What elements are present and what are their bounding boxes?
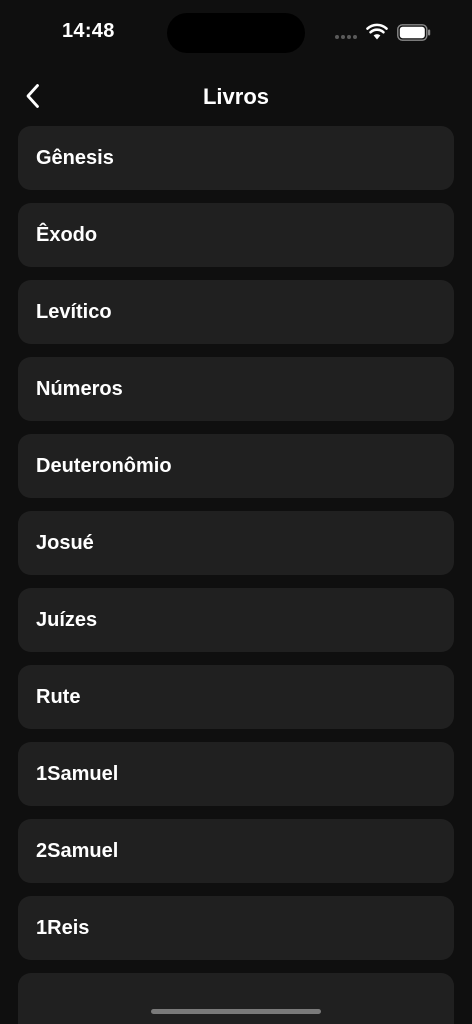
book-item-rute[interactable]: Rute [18,665,454,729]
book-item-exodo[interactable]: Êxodo [18,203,454,267]
home-indicator[interactable] [151,1009,321,1014]
book-item-genesis[interactable]: Gênesis [18,126,454,190]
books-screen: 14:48 Livros Gênesis Êxodo Levítico Núme… [0,0,472,1024]
book-item-partial[interactable] [18,973,454,1024]
book-label: Josué [36,531,94,554]
book-label: Números [36,377,123,400]
book-label: 2Samuel [36,839,119,862]
book-item-deuteronomio[interactable]: Deuteronômio [18,434,454,498]
book-label: Levítico [36,300,112,323]
book-item-1reis[interactable]: 1Reis [18,896,454,960]
book-label: Deuteronômio [36,454,172,477]
battery-icon [397,24,431,41]
book-label: 1Reis [36,916,90,939]
book-label: Juízes [36,608,98,631]
book-label: Gênesis [36,146,114,169]
navigation-bar: Livros [0,72,472,122]
book-item-numeros[interactable]: Números [18,357,454,421]
wifi-icon [366,23,388,40]
dynamic-island [167,13,305,53]
book-item-juizes[interactable]: Juízes [18,588,454,652]
book-label: 1Samuel [36,762,119,785]
book-item-josue[interactable]: Josué [18,511,454,575]
book-item-2samuel[interactable]: 2Samuel [18,819,454,883]
book-list: Gênesis Êxodo Levítico Números Deuteronô… [18,126,454,1024]
status-bar: 14:48 [0,0,472,60]
book-item-levitico[interactable]: Levítico [18,280,454,344]
book-label: Rute [36,685,81,708]
status-time: 14:48 [62,20,115,42]
book-label: Êxodo [36,223,98,246]
cellular-signal-icon [335,35,359,39]
book-item-1samuel[interactable]: 1Samuel [18,742,454,806]
page-title: Livros [202,84,270,109]
